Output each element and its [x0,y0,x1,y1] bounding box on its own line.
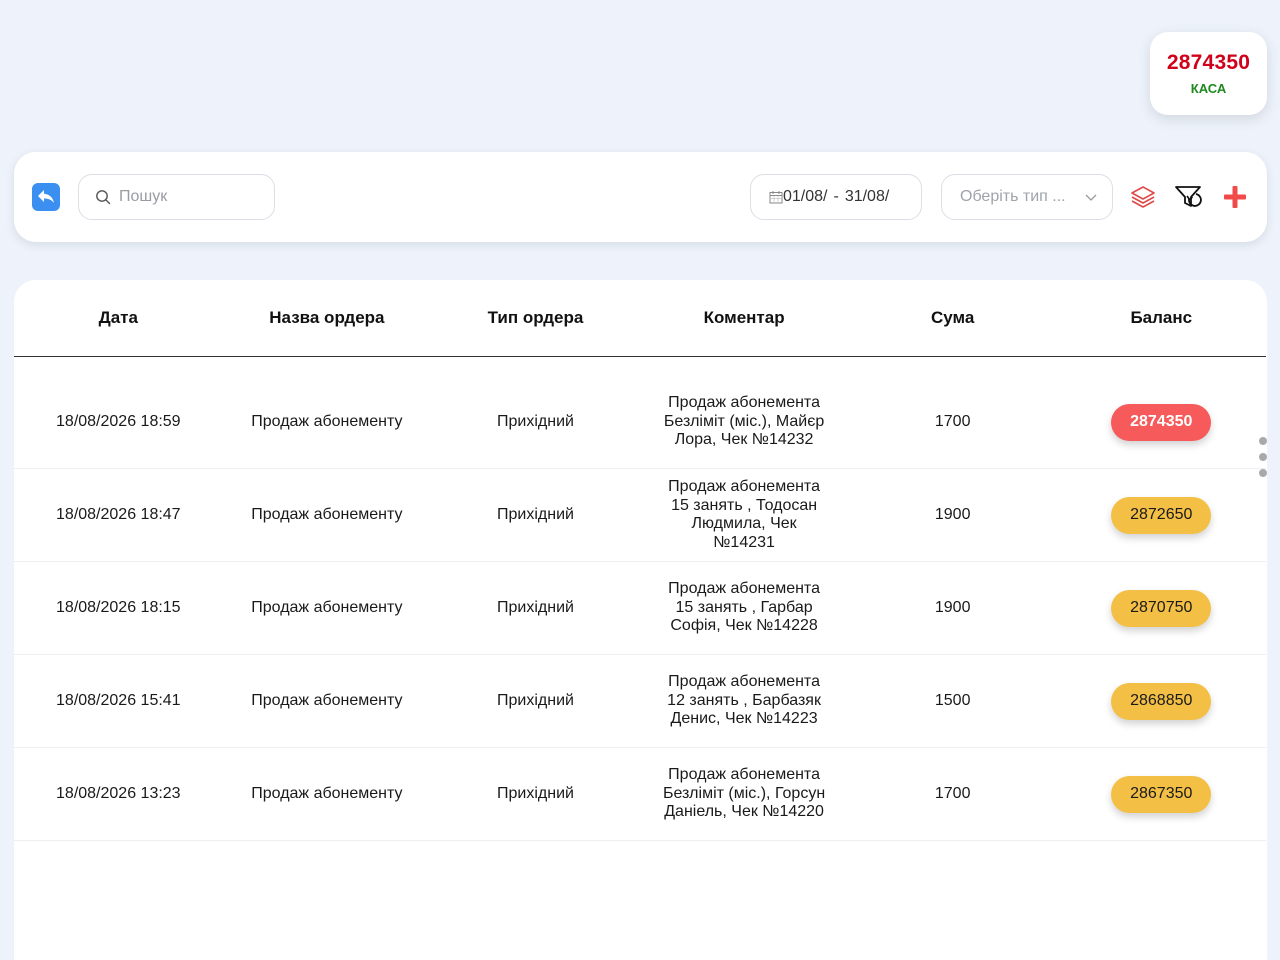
balance-badge: 2868850 [1111,682,1212,720]
date-to[interactable]: 31/08/ [845,188,889,206]
cell-sum: 1900 [934,505,971,523]
reset-filter-icon [1175,186,1202,207]
order-type-select[interactable]: Оберіть тип ... [941,174,1113,220]
cell-balance: 2872650 [1057,469,1266,561]
table-row[interactable]: 18/08/2026 18:59 Продаж абонементу Прихі… [14,358,1266,469]
cell-order-name: Продаж абонементу [251,505,403,523]
search-icon [96,190,111,205]
header-order-type[interactable]: Тип ордера [431,280,640,356]
header-date[interactable]: Дата [14,280,223,356]
balance-badge: 2874350 [1111,403,1212,441]
table-header: Дата Назва ордера Тип ордера Коментар Су… [14,280,1266,357]
plus-icon [1224,186,1246,208]
dot-icon [1259,437,1267,445]
cell-order-name: Продаж абонементу [251,598,403,616]
kasa-label: КАСА [1190,81,1227,96]
layers-icon [1131,186,1155,208]
cell-comment: Продаж абонемента Безліміт (міс.), Горсу… [662,766,826,821]
kasa-balance: 2874350 [1166,51,1251,74]
more-options-button[interactable] [1258,437,1268,477]
order-type-placeholder: Оберіть тип ... [960,188,1066,205]
calendar-icon [769,191,783,204]
cell-order-type: Прихідний [497,505,574,523]
cell-sum: 1900 [934,598,971,616]
table-row[interactable]: 18/08/2026 15:41 Продаж абонементу Прихі… [14,655,1266,748]
cell-date: 18/08/2026 18:15 [56,598,181,616]
cell-balance: 2870750 [1057,562,1266,654]
back-button[interactable] [32,183,60,211]
table-row[interactable]: 18/08/2026 18:15 Продаж абонементу Прихі… [14,562,1266,655]
cell-balance: 2867350 [1057,748,1266,840]
table-row[interactable]: 18/08/2026 13:23 Продаж абонементу Прихі… [14,748,1266,841]
cell-order-name: Продаж абонементу [251,784,403,802]
cell-order-name: Продаж абонементу [251,412,403,430]
cell-order-type: Прихідний [497,598,574,616]
dot-icon [1259,469,1267,477]
back-arrow-icon [38,190,54,203]
cell-order-type: Прихідний [497,412,574,430]
balance-badge: 2872650 [1111,496,1212,534]
filter-toolbar: 01/08/ - 31/08/ Оберіть тип ... [14,152,1267,242]
cell-sum: 1700 [934,784,971,802]
date-from[interactable]: 01/08/ [783,188,827,206]
table-body: 18/08/2026 18:59 Продаж абонементу Прихі… [14,358,1266,841]
cell-date: 18/08/2026 18:59 [56,412,181,430]
cell-sum: 1700 [934,412,971,430]
cell-order-type: Прихідний [497,784,574,802]
cell-comment: Продаж абонемента 15 занять , Гарбар Соф… [668,580,820,635]
cell-balance: 2868850 [1057,655,1266,747]
chevron-down-icon [1085,194,1097,201]
cell-date: 18/08/2026 15:41 [56,691,181,709]
header-balance[interactable]: Баланс [1057,280,1266,356]
cell-order-name: Продаж абонементу [251,691,403,709]
cell-date: 18/08/2026 13:23 [56,784,181,802]
table-row[interactable]: 18/08/2026 18:47 Продаж абонементу Прихі… [14,469,1266,562]
dot-icon [1259,453,1267,461]
date-separator: - [833,188,839,205]
orders-table: Дата Назва ордера Тип ордера Коментар Су… [14,280,1267,960]
cell-comment: Продаж абонемента Безліміт (міс.), Майєр… [663,394,825,449]
cell-date: 18/08/2026 18:47 [56,505,181,523]
cell-sum: 1500 [934,691,971,709]
cell-comment: Продаж абонемента 12 занять , Барбазяк Д… [667,673,821,728]
cell-balance: 2874350 [1057,376,1266,468]
header-sum[interactable]: Сума [848,280,1057,356]
layers-button[interactable] [1128,182,1158,212]
header-order-name[interactable]: Назва ордера [223,280,432,356]
balance-badge: 2870750 [1111,589,1212,627]
header-comment[interactable]: Коментар [640,280,849,356]
cell-order-type: Прихідний [497,691,574,709]
reset-filter-button[interactable] [1173,182,1203,212]
search-box[interactable] [78,174,275,220]
balance-badge: 2867350 [1111,775,1212,813]
date-range-picker[interactable]: 01/08/ - 31/08/ [750,174,922,220]
add-order-button[interactable] [1220,182,1250,212]
search-input[interactable] [119,188,259,206]
kasa-card: 2874350 КАСА [1150,32,1267,115]
cell-comment: Продаж абонемента 15 занять , Тодосан Лю… [668,478,820,551]
